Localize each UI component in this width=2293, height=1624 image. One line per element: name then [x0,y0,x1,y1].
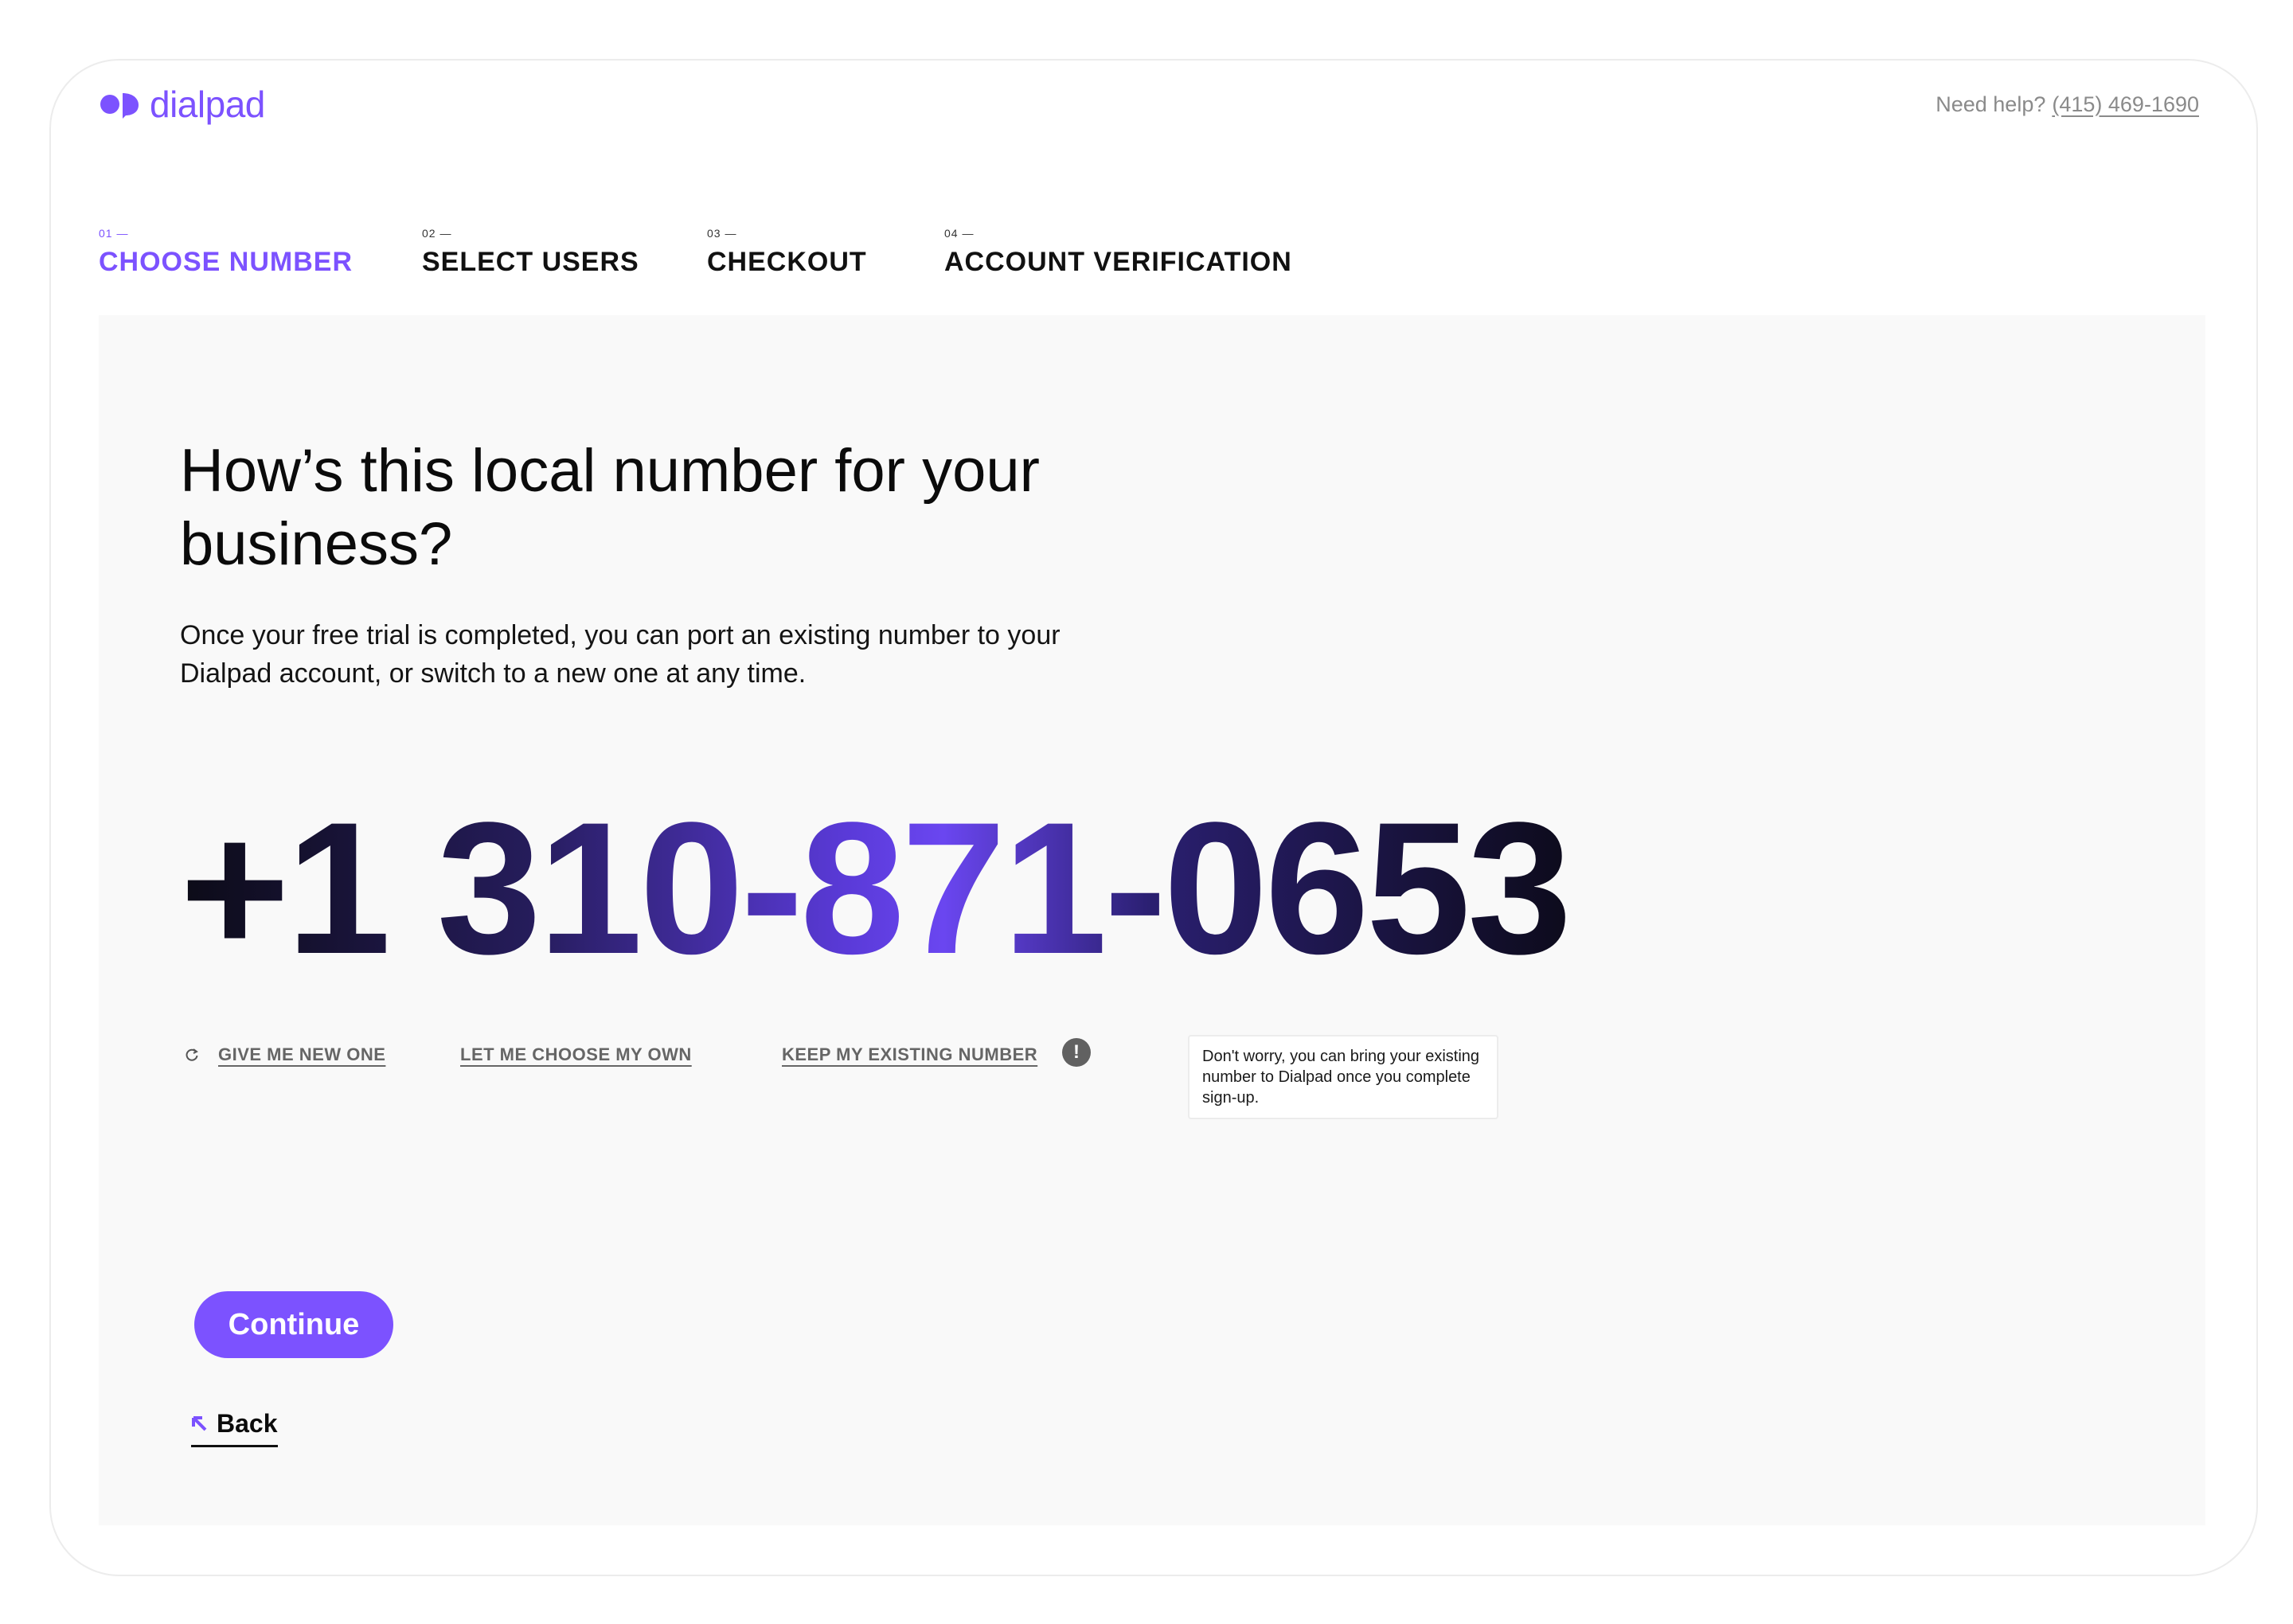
step-number: 02 [422,226,639,240]
step-checkout[interactable]: 03 CHECKOUT [707,226,867,277]
keep-existing-number-link[interactable]: KEEP MY EXISTING NUMBER [782,1044,1037,1065]
dialpad-logo[interactable]: dialpad [99,83,265,126]
help-contact: Need help? (415) 469-1690 [1936,92,2199,117]
info-icon[interactable]: ! [1062,1038,1091,1067]
step-account-verification[interactable]: 04 ACCOUNT VERIFICATION [944,226,1292,277]
step-label: CHOOSE NUMBER [99,247,354,277]
step-number: 04 [944,226,1292,240]
step-label: CHECKOUT [707,247,867,277]
choose-own-number-link[interactable]: LET ME CHOOSE MY OWN [460,1044,692,1065]
info-tooltip: Don't worry, you can bring your existing… [1188,1035,1498,1119]
main-panel: How’s this local number for your busines… [99,315,2205,1525]
step-select-users[interactable]: 02 SELECT USERS [422,226,639,277]
step-number: 01 [99,226,353,240]
help-label: Need help? [1936,92,2046,116]
help-phone-link[interactable]: (415) 469-1690 [2052,92,2199,117]
back-label: Back [217,1409,278,1438]
number-options: GIVE ME NEW ONE LET ME CHOOSE MY OWN KEE… [185,1035,1538,1150]
continue-button[interactable]: Continue [194,1291,393,1358]
dialpad-logo-icon [100,93,139,119]
phone-number-display: +1 310-871-0653 [180,783,1572,994]
back-link[interactable]: Back [191,1409,278,1447]
give-new-number-link[interactable]: GIVE ME NEW ONE [218,1044,385,1065]
page-description: Once your free trial is completed, you c… [180,620,1061,689]
step-choose-number[interactable]: 01 CHOOSE NUMBER [99,226,353,277]
arrow-up-left-icon [192,1415,207,1431]
step-label: ACCOUNT VERIFICATION [944,247,1292,277]
page-title: How’s this local number for your busines… [180,437,1040,578]
step-label: SELECT USERS [422,247,639,277]
logo-text: dialpad [150,84,265,125]
refresh-icon[interactable] [185,1048,199,1062]
step-number: 03 [707,226,867,240]
